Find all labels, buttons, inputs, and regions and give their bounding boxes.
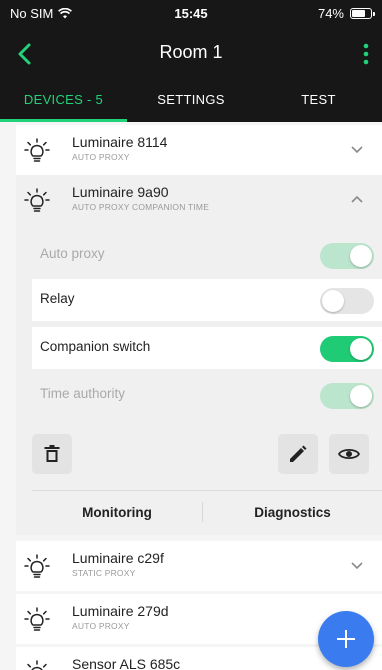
tab-settings[interactable]: SETTINGS	[127, 80, 255, 122]
device-name: Luminaire 8114	[72, 134, 168, 150]
chevron-down-icon[interactable]	[350, 561, 364, 570]
battery-percent: 74%	[317, 6, 344, 21]
device-name: Sensor ALS 685c	[72, 656, 181, 670]
app-bar: Room 1	[0, 28, 382, 80]
companion-switch-toggle[interactable]	[320, 336, 374, 362]
divider	[32, 490, 382, 491]
trash-icon	[44, 445, 60, 462]
device-tags: STATIC PROXY	[72, 568, 136, 578]
device-row-8114[interactable]: Luminaire 8114 AUTO PROXY	[16, 125, 382, 175]
eye-icon	[338, 448, 360, 460]
time-authority-toggle	[320, 383, 374, 409]
setting-auto-proxy: Auto proxy	[32, 234, 382, 276]
device-panel-9a90: Luminaire 9a90 AUTO PROXY COMPANION TIME…	[16, 175, 382, 535]
auto-proxy-toggle	[320, 243, 374, 269]
setting-label: Relay	[40, 291, 75, 306]
device-tags: AUTO PROXY	[72, 621, 130, 631]
battery-icon	[350, 8, 375, 19]
panel-tabs: Monitoring Diagnostics	[32, 490, 382, 535]
device-name: Luminaire c29f	[72, 550, 164, 566]
chevron-down-icon[interactable]	[350, 145, 364, 154]
setting-label: Auto proxy	[40, 246, 105, 261]
chevron-up-icon[interactable]	[350, 195, 364, 204]
view-button[interactable]	[329, 434, 369, 474]
bulb-icon	[24, 554, 50, 578]
setting-relay: Relay	[32, 279, 382, 321]
status-bar: No SIM 15:45 74%	[0, 0, 382, 28]
device-list: Luminaire 8114 AUTO PROXY Luminaire 9a90…	[0, 122, 382, 670]
device-tags: AUTO PROXY COMPANION TIME	[72, 202, 210, 212]
more-vert-icon[interactable]	[360, 42, 372, 66]
pencil-icon	[290, 445, 307, 462]
tab-bar: DEVICES - 5 SETTINGS TEST	[0, 80, 382, 122]
bulb-icon	[24, 188, 50, 212]
device-name: Luminaire 9a90	[72, 184, 169, 200]
device-name: Luminaire 279d	[72, 603, 169, 619]
diagnostics-tab[interactable]: Diagnostics	[203, 505, 382, 520]
add-device-button[interactable]	[318, 611, 374, 667]
device-row-c29f[interactable]: Luminaire c29f STATIC PROXY	[16, 541, 382, 591]
setting-label: Time authority	[40, 386, 126, 401]
bulb-icon	[27, 660, 47, 670]
monitoring-tab[interactable]: Monitoring	[32, 505, 202, 520]
tab-test[interactable]: TEST	[255, 80, 382, 122]
relay-toggle[interactable]	[320, 288, 374, 314]
battery-fill	[352, 10, 365, 17]
plus-icon	[337, 630, 355, 648]
setting-time-authority: Time authority	[32, 374, 382, 416]
status-right: 74%	[317, 6, 375, 21]
bulb-icon	[24, 138, 50, 162]
setting-label: Companion switch	[40, 339, 151, 354]
delete-button[interactable]	[32, 434, 72, 474]
tab-devices[interactable]: DEVICES - 5	[0, 80, 127, 122]
device-row-9a90[interactable]: Luminaire 9a90 AUTO PROXY COMPANION TIME	[16, 175, 382, 225]
page-title: Room 1	[159, 42, 223, 62]
edit-button[interactable]	[278, 434, 318, 474]
bulb-icon	[24, 607, 50, 631]
device-tags: AUTO PROXY	[72, 152, 130, 162]
setting-companion-switch: Companion switch	[32, 327, 382, 369]
